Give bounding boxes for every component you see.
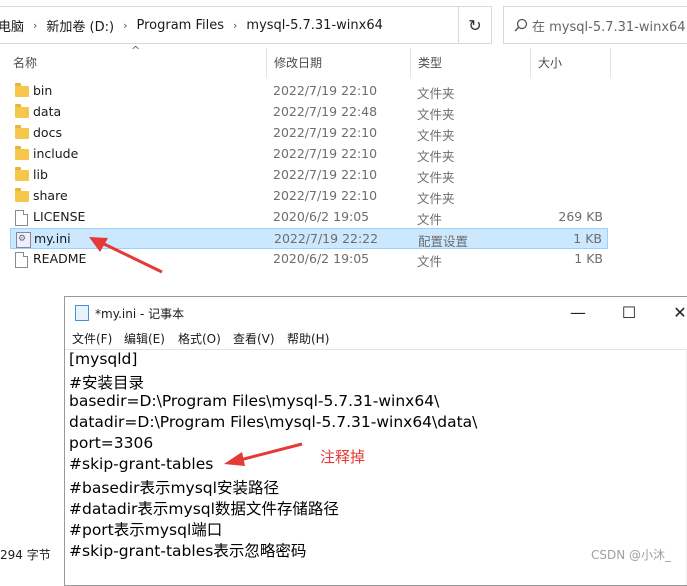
file-name: share (33, 188, 68, 203)
breadcrumb-program-files[interactable]: Program Files (134, 18, 228, 33)
menu-help[interactable]: 帮助(H) (287, 330, 329, 347)
file-row-include[interactable]: include 2022/7/19 22:10 文件夹 (10, 144, 608, 165)
file-date: 2020/6/2 19:05 (273, 251, 370, 266)
file-icon (15, 252, 28, 268)
file-name: data (33, 104, 62, 119)
close-button[interactable]: ✕ (657, 297, 687, 327)
menu-file[interactable]: 文件(F) (72, 330, 112, 347)
text-line: #skip-grant-tables表示忽略密码 (69, 542, 307, 560)
folder-icon (15, 125, 29, 139)
text-line: port=3306 (69, 434, 154, 452)
folder-icon (15, 188, 29, 202)
file-row-bin[interactable]: bin 2022/7/19 22:10 文件夹 (10, 81, 608, 102)
maximize-icon: ☐ (621, 302, 637, 322)
file-size: 269 KB (558, 209, 603, 224)
search-box[interactable]: 在 mysql-5.7.31-winx64 中 (503, 6, 687, 44)
file-row-share[interactable]: share 2022/7/19 22:10 文件夹 (10, 186, 608, 207)
file-row-lib[interactable]: lib 2022/7/19 22:10 文件夹 (10, 165, 608, 186)
file-icon (15, 210, 28, 226)
column-divider[interactable] (610, 48, 611, 78)
file-name: lib (33, 167, 48, 182)
file-type: 文件夹 (417, 107, 455, 122)
file-type: 文件夹 (417, 191, 455, 206)
file-date: 2022/7/19 22:10 (273, 188, 378, 203)
chevron-right-icon[interactable]: › (227, 19, 243, 32)
annotation-label: 注释掉 (320, 448, 366, 466)
folder-icon (15, 146, 29, 160)
breadcrumb-mysql-folder[interactable]: mysql-5.7.31-winx64 (243, 18, 385, 33)
file-type: 文件夹 (417, 128, 455, 143)
file-name: bin (33, 83, 53, 98)
file-size: 1 KB (573, 231, 602, 246)
column-header-date[interactable]: 修改日期 (274, 48, 322, 78)
menu-edit[interactable]: 编辑(E) (124, 330, 165, 347)
file-type: 文件夹 (417, 86, 455, 101)
status-bar-text: 294 字节 (0, 548, 51, 562)
maximize-button[interactable]: ☐ (606, 297, 652, 327)
file-size: 1 KB (574, 251, 603, 266)
chevron-right-icon[interactable]: › (117, 19, 133, 32)
text-line: #安装目录 (69, 374, 144, 392)
file-name: README (33, 251, 87, 266)
minimize-icon: — (570, 302, 586, 322)
text-line: datadir=D:\Program Files\mysql-5.7.31-wi… (69, 413, 478, 431)
text-line: #port表示mysql端口 (69, 521, 223, 539)
file-date: 2022/7/19 22:10 (273, 125, 378, 140)
file-row-docs[interactable]: docs 2022/7/19 22:10 文件夹 (10, 123, 608, 144)
file-row-readme[interactable]: README 2020/6/2 19:05 文件 1 KB (10, 249, 608, 270)
refresh-button[interactable]: ↻ (458, 6, 492, 44)
notepad-window: *my.ini - 记事本 — ☐ ✕ 文件(F) 编辑(E) 格式(O) 查看… (64, 296, 687, 586)
file-row-data[interactable]: data 2022/7/19 22:48 文件夹 (10, 102, 608, 123)
column-header-name[interactable]: 名称 (13, 48, 37, 78)
menu-format[interactable]: 格式(O) (178, 330, 221, 347)
search-placeholder: 在 mysql-5.7.31-winx64 中 (532, 19, 687, 35)
file-name: my.ini (34, 231, 71, 246)
notepad-icon (75, 305, 89, 321)
file-name: LICENSE (33, 209, 86, 224)
column-divider[interactable] (530, 48, 531, 78)
file-name: include (33, 146, 79, 161)
menu-view[interactable]: 查看(V) (233, 330, 275, 347)
text-line: #skip-grant-tables (69, 455, 214, 473)
watermark: CSDN @小沐_ (591, 548, 672, 562)
folder-icon (15, 167, 29, 181)
file-row-my-ini[interactable]: my.ini 2022/7/19 22:22 配置设置 1 KB (10, 228, 608, 249)
file-type: 文件 (417, 254, 443, 269)
refresh-icon: ↻ (468, 15, 482, 35)
breadcrumb-drive-d[interactable]: 新加卷 (D:) (43, 16, 117, 35)
file-name: docs (33, 125, 62, 140)
file-date: 2022/7/19 22:10 (273, 146, 378, 161)
address-bar[interactable]: 电脑 › 新加卷 (D:) › Program Files › mysql-5.… (0, 6, 477, 44)
text-line: [mysqld] (69, 350, 138, 368)
file-type: 文件夹 (417, 149, 455, 164)
file-date: 2022/7/19 22:22 (274, 231, 379, 246)
file-type: 文件 (417, 212, 443, 227)
column-divider[interactable] (266, 48, 267, 78)
sort-ascending-icon: ^ (131, 44, 141, 57)
text-line: #basedir表示mysql安装路径 (69, 479, 279, 497)
menu-bar: 文件(F) 编辑(E) 格式(O) 查看(V) 帮助(H) (65, 327, 687, 349)
close-icon: ✕ (673, 302, 687, 322)
file-date: 2022/7/19 22:10 (273, 167, 378, 182)
file-date: 2020/6/2 19:05 (273, 209, 370, 224)
text-line: #datadir表示mysql数据文件存储路径 (69, 500, 339, 518)
chevron-right-icon[interactable]: › (27, 19, 43, 32)
column-header-size[interactable]: 大小 (538, 48, 562, 78)
column-header-type[interactable]: 类型 (418, 48, 442, 78)
file-row-license[interactable]: LICENSE 2020/6/2 19:05 文件 269 KB (10, 207, 608, 228)
settings-file-icon (16, 232, 31, 248)
breadcrumb-this-pc[interactable]: 电脑 (0, 16, 27, 35)
file-date: 2022/7/19 22:48 (273, 104, 378, 119)
window-title: *my.ini - 记事本 (95, 307, 185, 321)
column-divider[interactable] (410, 48, 411, 78)
text-line: basedir=D:\Program Files\mysql-5.7.31-wi… (69, 392, 440, 410)
file-type: 配置设置 (418, 234, 469, 249)
file-type: 文件夹 (417, 170, 455, 185)
file-date: 2022/7/19 22:10 (273, 83, 378, 98)
minimize-button[interactable]: — (555, 297, 601, 327)
folder-icon (15, 83, 29, 97)
search-icon (514, 18, 528, 32)
notepad-title-bar[interactable]: *my.ini - 记事本 — ☐ ✕ (65, 297, 687, 327)
folder-icon (15, 104, 29, 118)
